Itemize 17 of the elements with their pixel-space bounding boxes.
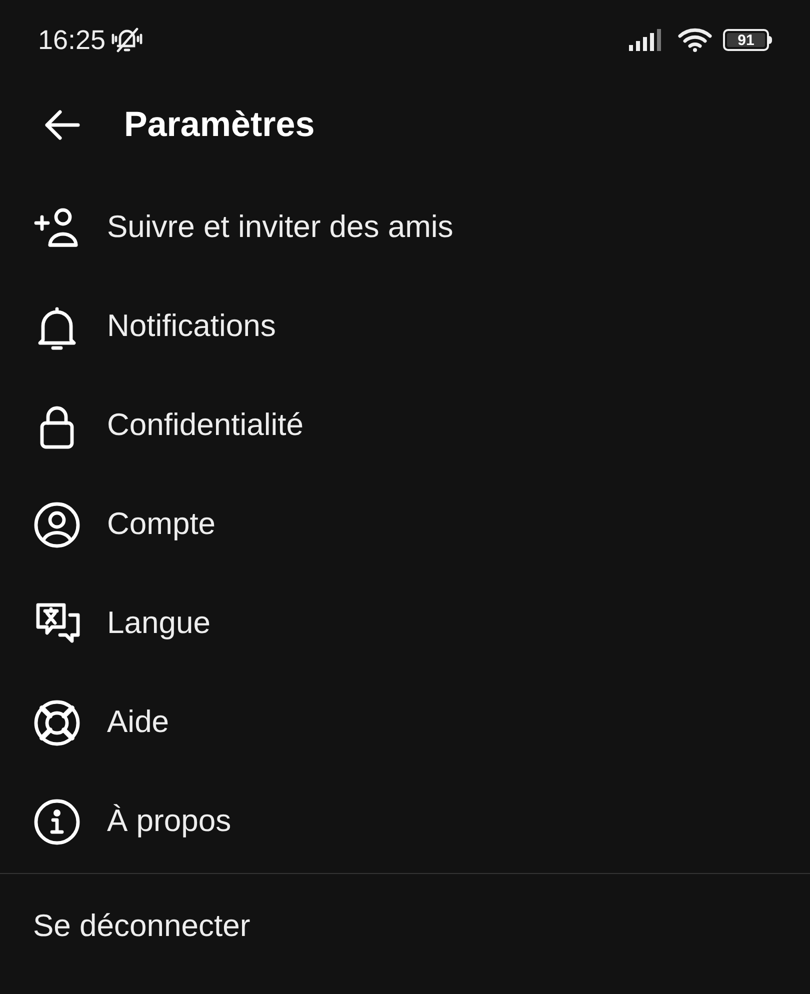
menu-item[interactable]: Notifications xyxy=(107,303,276,350)
muted-bell-icon xyxy=(110,25,144,55)
menu-item[interactable]: Aide xyxy=(107,699,170,746)
account-icon xyxy=(33,500,81,548)
battery-level: 91 xyxy=(738,32,754,48)
page-title: Paramètres xyxy=(124,104,315,146)
info-icon xyxy=(33,798,81,846)
status-time: 16:25 xyxy=(38,24,106,57)
lifebuoy-icon xyxy=(33,698,81,746)
logout-link[interactable]: Se déconnecter xyxy=(33,902,250,950)
menu-item[interactable]: Langue xyxy=(107,600,210,647)
menu-item[interactable]: Compte xyxy=(107,501,216,548)
back-arrow-icon[interactable] xyxy=(44,109,80,141)
menu-item[interactable]: Confidentialité xyxy=(107,402,304,449)
menu-item[interactable]: Suivre et inviter des amis xyxy=(107,204,454,251)
menu-item[interactable]: À propos xyxy=(107,798,232,845)
wifi-icon xyxy=(677,27,713,53)
